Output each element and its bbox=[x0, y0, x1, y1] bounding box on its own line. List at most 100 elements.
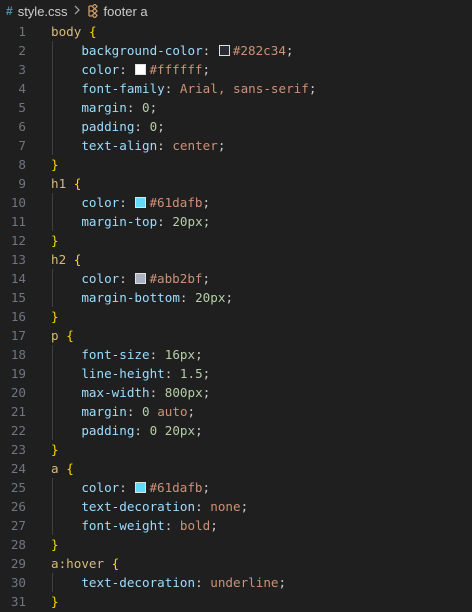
code-token: : bbox=[149, 385, 165, 400]
code-line[interactable]: 2 background-color: #282c34; bbox=[0, 41, 472, 60]
line-number: 27 bbox=[10, 518, 26, 533]
line-number: 10 bbox=[10, 195, 26, 210]
code-text: text-decoration: none; bbox=[51, 497, 248, 516]
code-line[interactable]: 10 color: #61dafb; bbox=[0, 193, 472, 212]
color-swatch[interactable] bbox=[135, 482, 147, 493]
code-token: margin bbox=[81, 100, 127, 115]
code-token: : bbox=[119, 62, 135, 77]
code-line[interactable]: 26 text-decoration: none; bbox=[0, 497, 472, 516]
code-line[interactable]: 8} bbox=[0, 155, 472, 174]
code-line[interactable]: 29 a:hover { bbox=[0, 554, 472, 573]
code-token: ; bbox=[187, 404, 196, 419]
code-token: h1 bbox=[51, 176, 67, 191]
code-line[interactable]: 11 margin-top: 20px; bbox=[0, 212, 472, 231]
code-line[interactable]: 23} bbox=[0, 440, 472, 459]
code-token: : bbox=[202, 43, 218, 58]
line-number: 19 bbox=[10, 366, 26, 381]
code-line[interactable]: 30 text-decoration: underline; bbox=[0, 573, 472, 592]
code-editor[interactable]: 1 body {2 background-color: #282c34; 3 col… bbox=[0, 22, 472, 611]
code-token: auto bbox=[157, 404, 188, 419]
code-line[interactable]: 28} bbox=[0, 535, 472, 554]
code-token: text-decoration bbox=[81, 575, 196, 590]
color-swatch[interactable] bbox=[135, 197, 147, 208]
code-text: color: #61dafb; bbox=[51, 478, 210, 497]
color-swatch[interactable] bbox=[218, 45, 230, 56]
line-number: 14 bbox=[10, 271, 26, 286]
code-token: padding bbox=[81, 119, 135, 134]
code-line[interactable]: 21 margin: 0 auto; bbox=[0, 402, 472, 421]
code-text: padding: 0; bbox=[51, 117, 164, 136]
code-line[interactable]: 7 text-align: center; bbox=[0, 136, 472, 155]
code-token: ; bbox=[202, 366, 211, 381]
code-line[interactable]: 13 h2 { bbox=[0, 250, 472, 269]
code-line[interactable]: 27 font-weight: bold; bbox=[0, 516, 472, 535]
code-token: ; bbox=[278, 575, 287, 590]
code-token: margin-top bbox=[81, 214, 158, 229]
line-number: 21 bbox=[10, 404, 26, 419]
code-token: } bbox=[51, 233, 59, 248]
hash-icon: # bbox=[6, 4, 13, 18]
code-token: #282c34 bbox=[232, 43, 286, 58]
code-line[interactable]: 14 color: #abb2bf; bbox=[0, 269, 472, 288]
code-line[interactable]: 9 h1 { bbox=[0, 174, 472, 193]
code-text: text-align: center; bbox=[51, 136, 225, 155]
code-line[interactable]: 25 color: #61dafb; bbox=[0, 478, 472, 497]
code-token: : bbox=[134, 119, 150, 134]
code-line[interactable]: 31} bbox=[0, 592, 472, 611]
code-line[interactable]: 24 a { bbox=[0, 459, 472, 478]
code-line[interactable]: 5 margin: 0; bbox=[0, 98, 472, 117]
code-token: 800px bbox=[164, 385, 203, 400]
code-line[interactable]: 1 body { bbox=[0, 22, 472, 41]
code-token: : bbox=[149, 347, 165, 362]
code-line[interactable]: 3 color: #ffffff; bbox=[0, 60, 472, 79]
code-line[interactable]: 22 padding: 0 20px; bbox=[0, 421, 472, 440]
code-line[interactable]: 20 max-width: 800px; bbox=[0, 383, 472, 402]
code-token: font-weight bbox=[81, 518, 165, 533]
code-text: a:hover { bbox=[51, 554, 119, 573]
code-token: color bbox=[81, 195, 120, 210]
color-swatch[interactable] bbox=[135, 273, 147, 284]
code-token: 0 bbox=[142, 404, 150, 419]
code-line[interactable]: 12} bbox=[0, 231, 472, 250]
line-number: 5 bbox=[18, 100, 26, 115]
code-text: margin-bottom: 20px; bbox=[51, 288, 233, 307]
code-token: } bbox=[51, 537, 59, 552]
code-token: : bbox=[164, 81, 180, 96]
code-line[interactable]: 19 line-height: 1.5; bbox=[0, 364, 472, 383]
breadcrumb-file[interactable]: style.css bbox=[18, 4, 68, 19]
color-swatch[interactable] bbox=[135, 64, 147, 75]
code-text: } bbox=[51, 155, 59, 174]
code-token: bold bbox=[179, 518, 211, 533]
breadcrumb-symbol[interactable]: footer a bbox=[104, 4, 148, 19]
line-number: 30 bbox=[10, 575, 26, 590]
code-line[interactable]: 4 font-family: Arial, sans-serif; bbox=[0, 79, 472, 98]
code-line[interactable]: 17 p { bbox=[0, 326, 472, 345]
code-token: ; bbox=[210, 518, 218, 533]
line-number: 9 bbox=[18, 176, 26, 191]
code-token: padding bbox=[81, 423, 135, 438]
code-token: : bbox=[179, 290, 196, 305]
code-token: none bbox=[210, 499, 241, 514]
code-line[interactable]: 16} bbox=[0, 307, 472, 326]
code-text: p { bbox=[51, 326, 74, 345]
code-token: ; bbox=[217, 138, 226, 153]
code-token: ; bbox=[285, 43, 294, 58]
code-text: max-width: 800px; bbox=[51, 383, 210, 402]
code-token: text-align bbox=[81, 138, 158, 153]
code-line[interactable]: 15 margin-bottom: 20px; bbox=[0, 288, 472, 307]
code-line[interactable]: 6 padding: 0; bbox=[0, 117, 472, 136]
code-token: p bbox=[51, 328, 59, 343]
code-line[interactable]: 18 font-size: 16px; bbox=[0, 345, 472, 364]
